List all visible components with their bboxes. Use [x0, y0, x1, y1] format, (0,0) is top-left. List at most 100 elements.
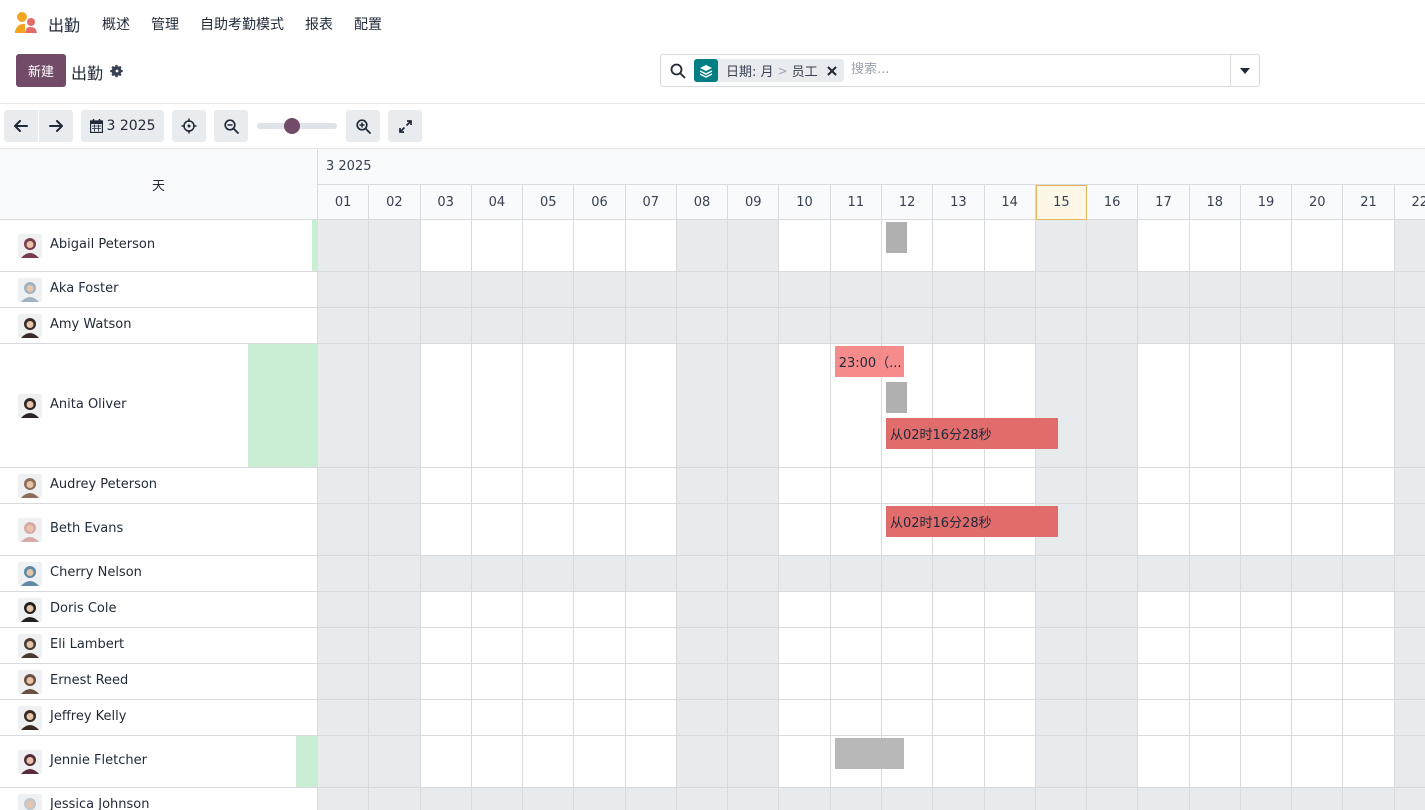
gantt-cell[interactable] [472, 592, 524, 627]
search-icon[interactable] [670, 63, 686, 79]
gantt-cell[interactable] [574, 308, 626, 343]
avatar[interactable] [18, 278, 42, 302]
gantt-cell[interactable] [318, 736, 370, 787]
gantt-cell[interactable] [574, 272, 626, 307]
gantt-cell[interactable] [523, 556, 575, 591]
avatar[interactable] [18, 706, 42, 730]
gantt-row-cells[interactable] [318, 788, 1425, 810]
menu-item-configuration[interactable]: 配置 [354, 14, 382, 34]
gantt-cell[interactable] [1343, 700, 1395, 735]
gantt-cell[interactable] [779, 468, 831, 503]
gantt-cell[interactable] [1241, 664, 1293, 699]
gantt-cell[interactable] [625, 308, 677, 343]
gantt-cell[interactable] [1035, 700, 1088, 735]
gantt-cell[interactable] [1394, 556, 1425, 591]
gantt-cell[interactable] [318, 220, 370, 271]
gantt-cell[interactable] [318, 664, 370, 699]
gantt-cell[interactable] [933, 308, 985, 343]
gantt-cell[interactable] [1087, 628, 1139, 663]
gantt-cell[interactable] [1087, 664, 1139, 699]
gantt-cell[interactable] [728, 736, 780, 787]
gantt-cell[interactable] [369, 664, 421, 699]
gantt-cell[interactable] [728, 272, 780, 307]
gantt-cell[interactable] [523, 272, 575, 307]
gantt-cell[interactable] [421, 592, 472, 627]
gantt-cell[interactable] [728, 628, 780, 663]
gantt-cell[interactable] [882, 700, 934, 735]
gantt-cell[interactable] [1035, 220, 1088, 271]
gantt-cell[interactable] [779, 700, 831, 735]
gantt-pill[interactable]: 从02时16分28秒 [885, 418, 1059, 449]
gantt-cell[interactable] [984, 308, 1036, 343]
gantt-cell[interactable] [985, 468, 1036, 503]
gantt-cell[interactable] [984, 788, 1036, 810]
gantt-cell[interactable] [318, 788, 370, 810]
gantt-cell[interactable] [1292, 344, 1344, 467]
gantt-cell[interactable] [881, 788, 934, 810]
gantt-cell[interactable] [626, 736, 677, 787]
gantt-cell[interactable] [625, 556, 677, 591]
gantt-cell[interactable] [420, 272, 472, 307]
gantt-cell[interactable] [523, 788, 575, 810]
gantt-cell[interactable] [779, 272, 831, 307]
gantt-cell[interactable] [830, 788, 882, 810]
gantt-cell[interactable] [1035, 736, 1088, 787]
gantt-cell[interactable] [1241, 504, 1293, 555]
gantt-cell[interactable] [830, 272, 882, 307]
gantt-cell[interactable] [523, 308, 575, 343]
gantt-cell[interactable] [626, 700, 677, 735]
gantt-cell[interactable] [1035, 592, 1088, 627]
gantt-cell[interactable] [676, 556, 729, 591]
gantt-cell[interactable] [1343, 556, 1395, 591]
gantt-cell[interactable] [1190, 504, 1241, 555]
avatar[interactable] [18, 598, 42, 622]
gantt-cell[interactable] [318, 700, 370, 735]
gantt-cell[interactable] [728, 592, 780, 627]
gantt-cell[interactable] [472, 344, 524, 467]
gantt-row-cells[interactable] [318, 592, 1425, 627]
gantt-cell[interactable] [933, 556, 985, 591]
gantt-cell[interactable] [472, 468, 524, 503]
gantt-cell[interactable] [421, 700, 472, 735]
gantt-cell[interactable] [574, 736, 626, 787]
gantt-cell[interactable] [779, 664, 831, 699]
date-picker-button[interactable]: 3 2025 [81, 110, 164, 142]
avatar[interactable] [18, 634, 42, 658]
gantt-cell[interactable] [369, 344, 421, 467]
gantt-cell[interactable] [1292, 272, 1344, 307]
gantt-cell[interactable] [831, 628, 882, 663]
gantt-cell[interactable] [1394, 468, 1425, 503]
gantt-pill[interactable]: 23:00（... [834, 346, 905, 377]
attendance-app-icon[interactable] [14, 11, 38, 35]
gantt-cell[interactable] [369, 592, 421, 627]
gantt-cell[interactable] [1190, 344, 1241, 467]
gantt-cell[interactable] [1292, 664, 1344, 699]
search-input[interactable] [851, 62, 1221, 77]
gantt-cell[interactable] [1240, 788, 1293, 810]
gantt-cell[interactable] [933, 272, 985, 307]
avatar[interactable] [18, 750, 42, 774]
gantt-cell[interactable] [369, 736, 421, 787]
gantt-cell[interactable] [1343, 344, 1395, 467]
gantt-cell[interactable] [574, 468, 626, 503]
gantt-cell[interactable] [574, 220, 626, 271]
expand-button[interactable] [388, 110, 422, 142]
gantt-cell[interactable] [1343, 308, 1395, 343]
previous-button[interactable] [4, 110, 38, 142]
gantt-cell[interactable] [1241, 736, 1293, 787]
avatar[interactable] [18, 394, 42, 418]
gantt-cell[interactable] [1190, 700, 1241, 735]
gantt-cell[interactable] [1292, 736, 1344, 787]
gantt-cell[interactable] [779, 344, 831, 467]
gantt-cell[interactable] [1292, 220, 1344, 271]
gantt-cell[interactable] [1240, 272, 1293, 307]
gantt-cell[interactable] [676, 272, 729, 307]
gantt-cell[interactable] [779, 556, 831, 591]
gantt-cell[interactable] [1394, 344, 1425, 467]
gantt-cell[interactable] [1087, 788, 1139, 810]
gantt-row-cells[interactable] [318, 220, 1425, 271]
gantt-cell[interactable] [318, 468, 370, 503]
avatar[interactable] [18, 234, 42, 258]
gantt-cell[interactable] [728, 220, 780, 271]
gantt-cell[interactable] [1241, 592, 1293, 627]
